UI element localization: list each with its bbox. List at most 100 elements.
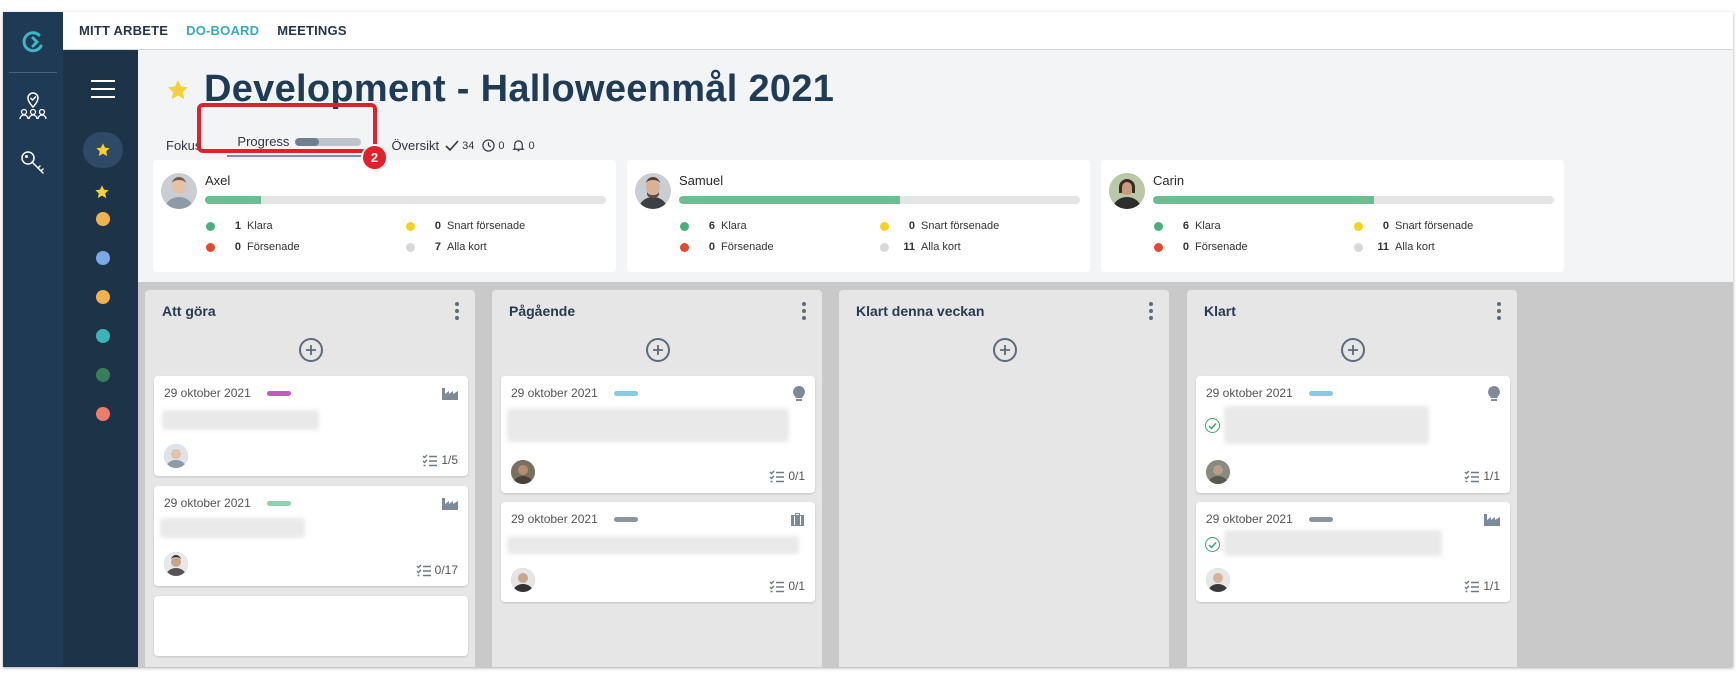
stat-forsenade: 0 Försenade bbox=[680, 241, 774, 253]
alarm-counter: 0 bbox=[512, 139, 535, 152]
task-card[interactable]: 29 oktober 2021 0/1 bbox=[501, 502, 815, 602]
add-card-icon[interactable] bbox=[299, 338, 323, 362]
person-progress-bar bbox=[679, 196, 1080, 204]
card-date: 29 oktober 2021 bbox=[1206, 512, 1333, 526]
stat-klara: 1 Klara bbox=[206, 220, 273, 232]
team-goals-icon[interactable] bbox=[13, 86, 53, 126]
person-card-samuel: Samuel 6 Klara 0 Snart försenade 0 Försenad… bbox=[627, 160, 1090, 272]
avatar bbox=[511, 568, 535, 592]
card-tag bbox=[1308, 516, 1333, 522]
checklist-count: 1/5 bbox=[422, 453, 458, 467]
column-title: Klart denna veckan bbox=[856, 303, 985, 319]
column-menu-icon[interactable] bbox=[1497, 302, 1501, 323]
card-title-redacted bbox=[160, 518, 305, 538]
avatar bbox=[164, 444, 188, 468]
menu-icon[interactable] bbox=[91, 80, 115, 100]
task-card[interactable]: 29 oktober 2021 0/17 bbox=[154, 486, 468, 586]
favorites-star-icon[interactable] bbox=[83, 132, 123, 168]
checklist-count: 1/1 bbox=[1464, 469, 1500, 483]
stat-klara: 6 Klara bbox=[1154, 220, 1221, 232]
checklist-count: 0/1 bbox=[769, 469, 805, 483]
nav-meetings[interactable]: MEETINGS bbox=[277, 23, 347, 38]
bell-icon bbox=[512, 140, 526, 152]
avatar bbox=[164, 552, 188, 576]
card-title-redacted bbox=[1224, 406, 1429, 444]
tab-oversikt[interactable]: Översikt bbox=[391, 138, 439, 153]
avatar bbox=[1109, 173, 1145, 209]
board-color-dot[interactable] bbox=[96, 251, 110, 265]
rail-divider bbox=[9, 72, 57, 73]
lightbulb-icon bbox=[1488, 386, 1500, 406]
clock-icon bbox=[482, 139, 496, 152]
top-navigation: MITT ARBETE DO-BOARD MEETINGS bbox=[63, 12, 1733, 50]
stat-alla-kort: 7 Alla kort bbox=[406, 241, 487, 253]
column-title: Pågående bbox=[509, 303, 576, 319]
checklist-count: 0/1 bbox=[769, 579, 805, 593]
board-star-icon[interactable] bbox=[94, 184, 110, 205]
factory-icon bbox=[442, 496, 458, 515]
board-color-dot[interactable] bbox=[96, 212, 110, 226]
column-menu-icon[interactable] bbox=[1149, 302, 1153, 323]
column-att-gora: Att göra 29 oktober 2021 1/5 29 oktober … bbox=[145, 290, 475, 667]
lightbulb-icon bbox=[793, 386, 805, 406]
task-card[interactable] bbox=[154, 596, 468, 656]
board-color-dot[interactable] bbox=[96, 329, 110, 343]
card-title-redacted bbox=[507, 536, 799, 554]
column-title: Att göra bbox=[162, 303, 216, 319]
board-color-dot[interactable] bbox=[96, 407, 110, 421]
task-card[interactable]: 29 oktober 2021 1/1 bbox=[1196, 502, 1510, 602]
done-check-icon bbox=[1205, 418, 1220, 433]
person-name: Samuel bbox=[679, 173, 724, 188]
avatar bbox=[635, 173, 671, 209]
card-date: 29 oktober 2021 bbox=[164, 496, 291, 510]
board-color-dot[interactable] bbox=[96, 290, 110, 304]
app-logo-icon[interactable] bbox=[13, 22, 53, 62]
nav-do-board[interactable]: DO-BOARD bbox=[186, 23, 259, 38]
key-icon[interactable] bbox=[13, 142, 53, 182]
task-card[interactable]: 29 oktober 2021 1/5 bbox=[154, 376, 468, 476]
stat-alla-kort: 11 Alla kort bbox=[880, 241, 961, 253]
avatar bbox=[511, 460, 535, 484]
primary-rail bbox=[3, 12, 63, 667]
stat-alla-kort: 11 Alla kort bbox=[1354, 241, 1435, 253]
add-card-icon[interactable] bbox=[646, 338, 670, 362]
stat-klara: 6 Klara bbox=[680, 220, 747, 232]
favorite-star-icon[interactable] bbox=[166, 78, 190, 102]
card-title-redacted bbox=[507, 408, 789, 442]
done-counter: 34 bbox=[445, 140, 474, 152]
column-menu-icon[interactable] bbox=[802, 302, 806, 323]
board-color-dot[interactable] bbox=[96, 368, 110, 382]
stat-forsenade: 0 Försenade bbox=[1154, 241, 1248, 253]
card-tag bbox=[613, 516, 638, 522]
tutorial-highlight-box bbox=[197, 103, 377, 153]
briefcase-icon bbox=[790, 512, 805, 531]
add-card-icon[interactable] bbox=[1341, 338, 1365, 362]
card-tag bbox=[613, 390, 638, 396]
time-counter: 0 bbox=[482, 139, 504, 152]
nav-mitt-arbete[interactable]: MITT ARBETE bbox=[79, 23, 168, 38]
add-card-icon[interactable] bbox=[993, 338, 1017, 362]
stat-snart-forsenade: 0 Snart försenade bbox=[880, 220, 999, 232]
stat-snart-forsenade: 0 Snart försenade bbox=[1354, 220, 1473, 232]
person-progress-bar bbox=[1153, 196, 1554, 204]
check-icon bbox=[445, 139, 459, 151]
stat-forsenade: 0 Försenade bbox=[206, 241, 300, 253]
avatar bbox=[1206, 460, 1230, 484]
factory-icon bbox=[442, 386, 458, 405]
card-date: 29 oktober 2021 bbox=[511, 386, 638, 400]
card-title-redacted bbox=[162, 410, 319, 430]
column-menu-icon[interactable] bbox=[455, 302, 459, 323]
person-name: Axel bbox=[205, 173, 231, 188]
card-date: 29 oktober 2021 bbox=[164, 386, 291, 400]
card-tag bbox=[1308, 390, 1333, 396]
task-card[interactable]: 29 oktober 2021 0/1 bbox=[501, 376, 815, 493]
checklist-count: 1/1 bbox=[1464, 579, 1500, 593]
column-klart-denna-veckan: Klart denna veckan bbox=[839, 290, 1169, 667]
done-check-icon bbox=[1205, 537, 1220, 552]
task-card[interactable]: 29 oktober 2021 1/1 bbox=[1196, 376, 1510, 493]
card-tag bbox=[266, 500, 291, 506]
step-badge: 2 bbox=[361, 144, 388, 171]
kanban-board: Att göra 29 oktober 2021 1/5 29 oktober … bbox=[138, 282, 1733, 667]
person-progress-bar bbox=[205, 196, 606, 204]
person-card-carin: Carin 6 Klara 0 Snart försenade 0 Försenade… bbox=[1101, 160, 1564, 272]
